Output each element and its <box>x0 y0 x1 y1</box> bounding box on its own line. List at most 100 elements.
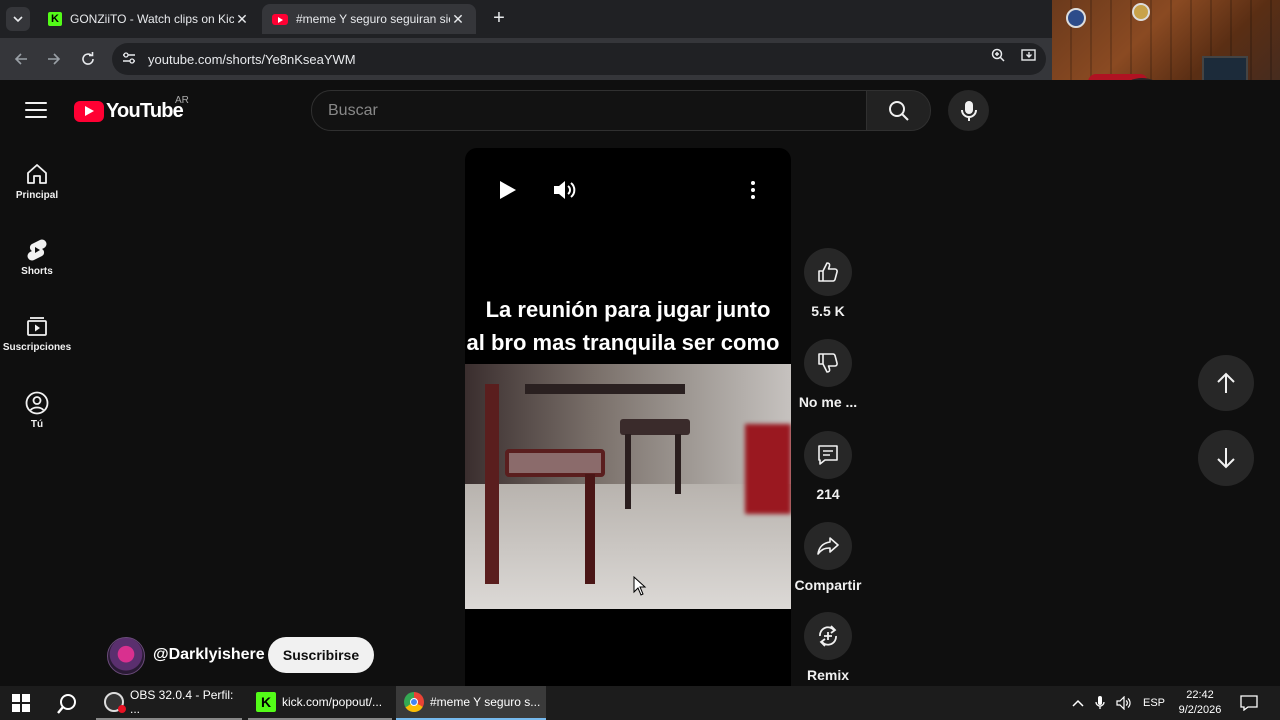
tab-title: GONZiiTO - Watch clips on Kick <box>70 12 234 26</box>
windows-taskbar: OBS 32.0.4 - Perfil: ... K kick.com/popo… <box>0 686 1280 720</box>
search-icon <box>888 100 909 121</box>
kick-icon: K <box>256 692 276 712</box>
subscribe-button[interactable]: Suscribirse <box>268 637 374 673</box>
address-bar[interactable]: youtube.com/shorts/Ye8nKseaYWM <box>112 43 1046 75</box>
menu-icon[interactable] <box>25 102 47 120</box>
shorts-player[interactable]: La reunión para jugar junto al bro mas t… <box>465 148 791 688</box>
zoom-icon[interactable] <box>988 45 1008 65</box>
video-frame <box>465 364 791 609</box>
microphone-icon <box>960 100 977 121</box>
video-chair <box>485 384 499 584</box>
wall-clock <box>1066 8 1086 28</box>
like-count: 5.5 K <box>811 303 845 319</box>
search-box[interactable] <box>311 90 867 131</box>
obs-icon <box>104 692 126 713</box>
show-hidden-icons[interactable] <box>1072 686 1084 720</box>
browser-tab-youtube[interactable]: #meme Y seguro seguiran sien ✕ <box>262 4 476 34</box>
install-app-icon[interactable] <box>1019 45 1039 65</box>
tab-search-button[interactable] <box>6 7 30 31</box>
youtube-wordmark: YouTube <box>106 100 184 122</box>
voice-search-button[interactable] <box>948 90 989 131</box>
sidebar-item-you[interactable]: Tú <box>0 371 74 441</box>
wall-clock <box>1132 3 1150 21</box>
sidebar-item-shorts[interactable]: Shorts <box>0 218 74 288</box>
youtube-icon <box>272 13 288 25</box>
reload-icon[interactable] <box>76 47 100 71</box>
close-icon[interactable]: ✕ <box>450 11 466 28</box>
video-chair-leg <box>585 474 595 584</box>
sidebar-item-label: Principal <box>15 190 59 201</box>
volume-button[interactable] <box>552 178 578 207</box>
video-chair <box>620 419 690 435</box>
previous-short-button[interactable] <box>1198 355 1254 411</box>
chrome-icon <box>404 692 424 712</box>
volume-icon <box>554 181 576 199</box>
like-button[interactable]: 5.5 K <box>795 248 861 319</box>
more-options-button[interactable] <box>749 180 757 205</box>
comments-button[interactable]: 214 <box>795 431 861 502</box>
language-indicator[interactable]: ESP <box>1143 686 1165 720</box>
youtube-header: YouTube AR <box>0 80 1280 142</box>
new-tab-button[interactable]: + <box>488 8 510 30</box>
video-chair-leg <box>675 434 681 494</box>
chevron-down-icon <box>13 16 23 23</box>
remix-button[interactable]: Remix <box>795 612 861 683</box>
thumbs-up-icon <box>818 262 838 282</box>
forward-arrow-icon[interactable] <box>42 47 66 71</box>
short-caption: La reunión para jugar junto al bro mas t… <box>465 293 791 359</box>
comment-icon <box>818 445 838 465</box>
microphone-tray-icon[interactable] <box>1095 686 1105 720</box>
sidebar-item-home[interactable]: Principal <box>0 142 74 212</box>
shorts-icon <box>27 239 47 261</box>
share-button[interactable]: Compartir <box>795 522 861 593</box>
volume-tray-icon[interactable] <box>1116 686 1132 720</box>
clock-date: 9/2/2026 <box>1178 704 1222 716</box>
taskbar-app-label: kick.com/popout/... <box>282 695 383 709</box>
next-short-button[interactable] <box>1198 430 1254 486</box>
arrow-up-icon <box>1217 372 1235 393</box>
taskbar-search-button[interactable] <box>56 693 78 715</box>
taskbar-app-chrome[interactable]: #meme Y seguro s... <box>396 686 546 720</box>
user-icon <box>25 391 49 415</box>
search-button[interactable] <box>866 90 931 131</box>
clock-time: 22:42 <box>1186 689 1214 701</box>
youtube-logo[interactable]: YouTube <box>74 100 184 123</box>
tab-title: #meme Y seguro seguiran sien <box>296 12 450 26</box>
mouse-cursor-icon <box>633 575 647 601</box>
channel-avatar[interactable] <box>107 637 145 675</box>
site-info-icon[interactable] <box>122 51 138 67</box>
taskbar-app-label: #meme Y seguro s... <box>430 695 541 709</box>
caption-line: La reunión para jugar junto <box>485 297 771 322</box>
chevron-up-icon <box>1072 699 1084 707</box>
microphone-icon <box>1095 696 1105 709</box>
share-icon <box>817 537 839 555</box>
share-label: Compartir <box>794 577 862 593</box>
remix-icon <box>819 625 837 647</box>
play-icon <box>500 181 516 199</box>
caption-line: al bro mas tranquila ser como <box>466 330 780 355</box>
channel-name[interactable]: @Darklyishere <box>153 646 265 664</box>
search-input[interactable] <box>312 91 866 130</box>
close-icon[interactable]: ✕ <box>234 11 250 28</box>
windows-start-icon[interactable] <box>12 694 30 712</box>
taskbar-app-kick[interactable]: K kick.com/popout/... <box>248 686 392 720</box>
video-chair-leg <box>625 434 631 509</box>
play-button[interactable] <box>497 180 517 205</box>
country-code: AR <box>175 95 189 106</box>
back-arrow-icon[interactable] <box>9 47 33 71</box>
dislike-label: No me ... <box>798 394 858 410</box>
taskbar-clock[interactable]: 22:42 9/2/2026 <box>1172 688 1228 718</box>
sidebar-item-subscriptions[interactable]: Suscripciones <box>0 294 74 364</box>
comment-count: 214 <box>816 486 840 502</box>
dislike-button[interactable]: No me ... <box>795 339 861 410</box>
notifications-icon[interactable] <box>1240 686 1258 720</box>
more-vert-icon <box>751 181 755 199</box>
browser-tab-kick[interactable]: K GONZiiTO - Watch clips on Kick ✕ <box>38 4 260 34</box>
taskbar-app-obs[interactable]: OBS 32.0.4 - Perfil: ... <box>96 686 242 720</box>
sidebar-item-label: Shorts <box>21 266 53 277</box>
taskbar-app-label: OBS 32.0.4 - Perfil: ... <box>130 688 234 716</box>
browser-toolbar: youtube.com/shorts/Ye8nKseaYWM <box>0 38 1052 80</box>
url-text: youtube.com/shorts/Ye8nKseaYWM <box>148 51 356 67</box>
search-icon <box>57 694 76 714</box>
sidebar-item-label: Suscripciones <box>2 342 72 353</box>
